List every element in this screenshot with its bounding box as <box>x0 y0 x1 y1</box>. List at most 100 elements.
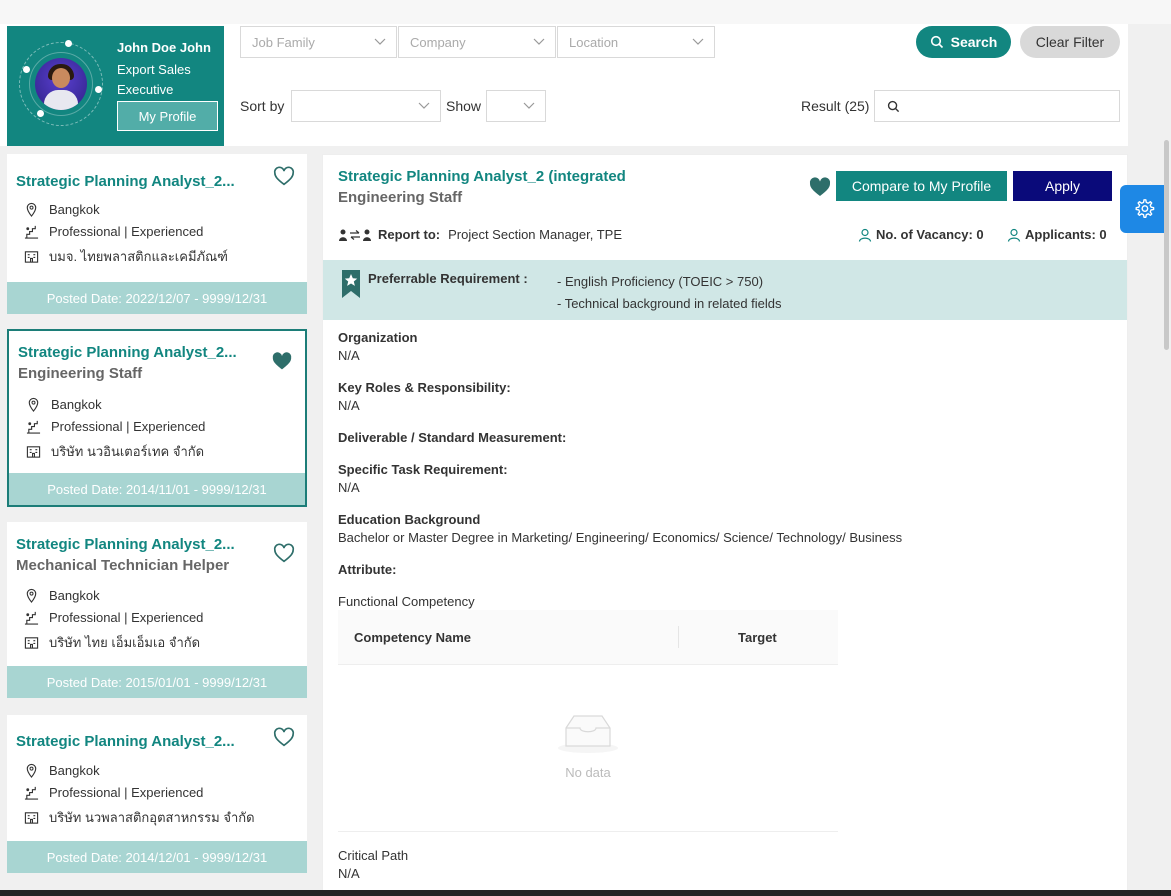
education-label: Education Background <box>338 512 481 527</box>
job-card-level: Professional | Experienced <box>26 419 205 434</box>
gear-icon <box>1135 199 1155 218</box>
job-card-selected[interactable]: Strategic Planning Analyst_2... Engineer… <box>7 329 307 507</box>
taskbar-strip <box>0 890 1171 896</box>
heart-outline-icon[interactable] <box>273 727 295 749</box>
job-card-company-text: บมจ. ไทยพลาสติกและเคมีภัณฑ์ <box>49 249 228 264</box>
user-icon <box>858 228 872 242</box>
key-roles-value: N/A <box>338 398 360 413</box>
job-card-posted-date: Posted Date: 2014/11/01 - 9999/12/31 <box>9 473 305 505</box>
heart-outline-icon[interactable] <box>273 543 295 565</box>
chevron-down-icon <box>533 38 545 45</box>
job-family-placeholder: Job Family <box>252 34 315 50</box>
top-strip <box>0 0 1171 24</box>
competency-table: Competency Name Target No data <box>338 610 838 832</box>
job-card-location: Bangkok <box>26 397 102 412</box>
report-to-value: Project Section Manager, TPE <box>448 227 623 242</box>
critical-path-label: Critical Path <box>338 848 409 863</box>
sort-by-select[interactable] <box>291 90 441 122</box>
map-pin-icon <box>28 397 39 412</box>
specific-task-value: N/A <box>338 480 360 495</box>
report-to-label: Report to: <box>378 227 441 242</box>
organization-value: N/A <box>338 348 360 363</box>
chevron-down-icon <box>418 102 430 109</box>
apply-button[interactable]: Apply <box>1013 171 1112 201</box>
job-card-title: Strategic Planning Analyst_2... <box>16 536 235 553</box>
heart-filled-icon[interactable] <box>271 351 293 373</box>
company-select[interactable]: Company <box>398 26 556 58</box>
orbit-dot <box>23 66 30 73</box>
compare-to-my-profile-button[interactable]: Compare to My Profile <box>836 171 1007 201</box>
career-ladder-icon <box>24 225 39 239</box>
job-card-company-text: บริษัท ไทย เอ็มเอ็มเอ จำกัด <box>49 635 201 650</box>
job-card-location-text: Bangkok <box>49 202 100 217</box>
search-icon <box>887 100 900 113</box>
preferrable-requirement-list: - English Proficiency (TOEIC > 750) - Te… <box>557 271 782 315</box>
show-select[interactable] <box>486 90 546 122</box>
career-ladder-icon <box>24 786 39 800</box>
location-select[interactable]: Location <box>557 26 715 58</box>
job-card-company: บมจ. ไทยพลาสติกและเคมีภัณฑ์ <box>24 246 228 267</box>
key-roles-label: Key Roles & Responsibility: <box>338 380 511 395</box>
job-card-posted-date: Posted Date: 2022/12/07 - 9999/12/31 <box>7 282 307 314</box>
settings-button[interactable] <box>1120 185 1168 233</box>
job-card-location-text: Bangkok <box>49 588 100 603</box>
job-card-level-text: Professional | Experienced <box>49 224 204 239</box>
heart-outline-icon[interactable] <box>273 166 295 188</box>
profile-name: John Doe John <box>117 40 211 55</box>
profile-card: John Doe John Export Sales Executive My … <box>7 26 224 146</box>
job-card-company-text: บริษัท นวอินเตอร์เทค จำกัด <box>51 444 205 459</box>
avatar[interactable] <box>35 58 87 110</box>
search-button-label: Search <box>950 34 998 50</box>
job-card-company: บริษัท นวพลาสติกอุตสาหกรรม จำกัด <box>24 807 255 828</box>
job-family-select[interactable]: Job Family <box>240 26 397 58</box>
report-relation-icon <box>339 229 371 241</box>
column-divider <box>678 626 679 648</box>
job-card-level-text: Professional | Experienced <box>49 610 204 625</box>
detail-title: Strategic Planning Analyst_2 (integrated <box>338 168 626 185</box>
sort-by-label: Sort by <box>240 98 285 114</box>
attribute-label: Attribute: <box>338 562 397 577</box>
job-card[interactable]: Strategic Planning Analyst_2... Bangkok … <box>7 715 307 873</box>
building-icon <box>24 251 39 263</box>
job-card-title: Strategic Planning Analyst_2... <box>16 733 235 750</box>
job-card-company: บริษัท นวอินเตอร์เทค จำกัด <box>26 441 204 462</box>
result-count: Result (25) <box>801 98 870 114</box>
my-profile-button[interactable]: My Profile <box>117 101 218 131</box>
search-button[interactable]: Search <box>916 26 1011 58</box>
show-label: Show <box>446 98 482 114</box>
no-data-text: No data <box>565 765 611 780</box>
job-card-level: Professional | Experienced <box>24 610 203 625</box>
building-icon <box>24 812 39 824</box>
report-to: Report to: Project Section Manager, TPE <box>338 227 622 242</box>
job-card-subtitle: Mechanical Technician Helper <box>16 557 230 574</box>
company-placeholder: Company <box>410 34 466 50</box>
chevron-down-icon <box>692 38 704 45</box>
job-card-level: Professional | Experienced <box>24 785 203 800</box>
column-target[interactable]: Target <box>738 630 777 645</box>
job-card-level-text: Professional | Experienced <box>49 785 204 800</box>
applicants-text: Applicants: 0 <box>1025 227 1107 242</box>
keyword-search-input[interactable] <box>874 90 1120 122</box>
page-scrollbar[interactable] <box>1164 140 1169 350</box>
job-card[interactable]: Strategic Planning Analyst_2... Bangkok … <box>7 154 307 314</box>
empty-inbox-icon <box>558 715 618 753</box>
heart-filled-icon[interactable] <box>808 176 832 200</box>
job-card-location: Bangkok <box>24 588 100 603</box>
building-icon <box>24 637 39 649</box>
preferrable-requirement: Preferrable Requirement : - English Prof… <box>323 260 1127 320</box>
specific-task-label: Specific Task Requirement: <box>338 462 508 477</box>
clear-filter-button[interactable]: Clear Filter <box>1020 26 1120 58</box>
applicants-count: Applicants: 0 <box>1007 227 1107 242</box>
column-competency-name[interactable]: Competency Name <box>354 630 471 645</box>
job-card-title: Strategic Planning Analyst_2... <box>18 344 237 361</box>
chevron-down-icon <box>523 102 535 109</box>
job-card[interactable]: Strategic Planning Analyst_2... Mechanic… <box>7 522 307 698</box>
preferrable-requirement-label: Preferrable Requirement : <box>368 271 528 286</box>
job-card-posted-date: Posted Date: 2014/12/01 - 9999/12/31 <box>7 841 307 873</box>
career-ladder-icon <box>24 611 39 625</box>
user-icon <box>1007 228 1021 242</box>
location-placeholder: Location <box>569 34 619 50</box>
bookmark-star-icon <box>342 270 360 298</box>
map-pin-icon <box>26 202 37 217</box>
organization-label: Organization <box>338 330 418 345</box>
